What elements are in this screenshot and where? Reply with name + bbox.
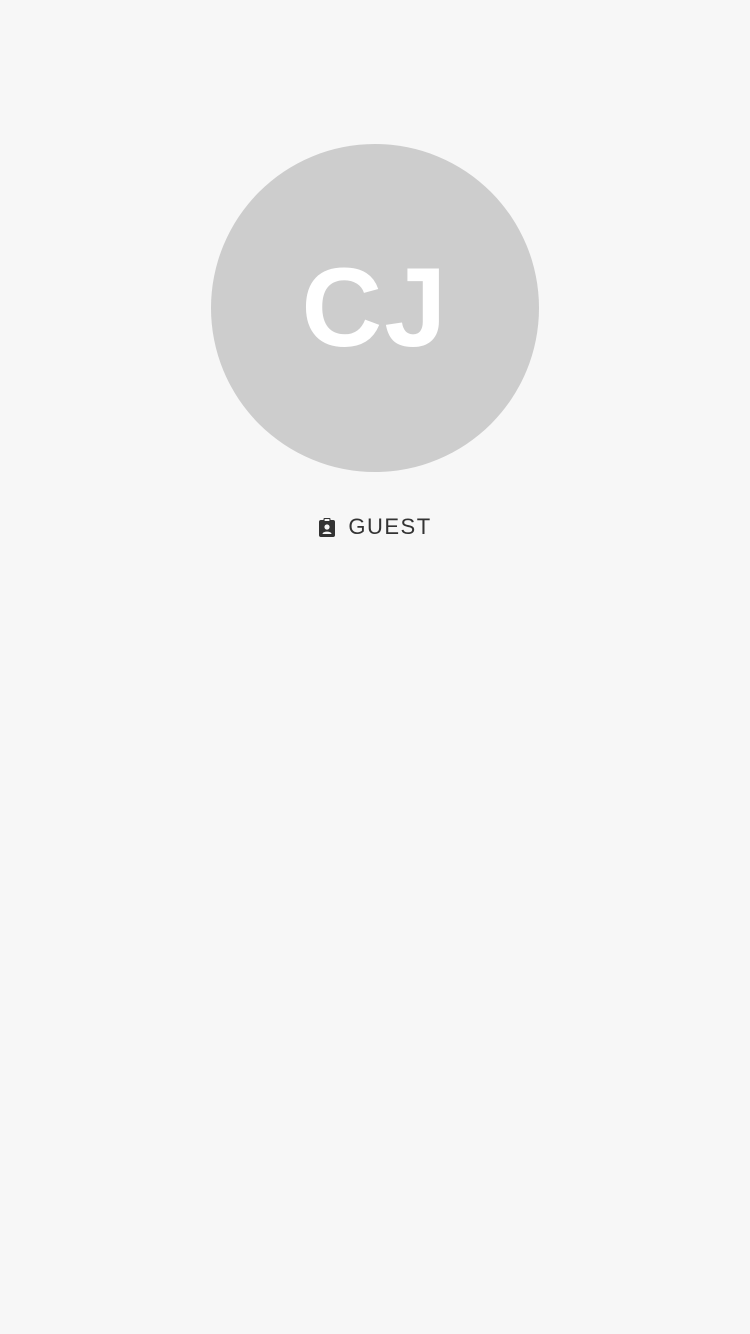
avatar[interactable]: CJ — [211, 144, 539, 472]
role-label: GUEST — [348, 514, 432, 539]
role-badge: GUEST — [0, 510, 750, 544]
avatar-initials: CJ — [301, 245, 449, 370]
profile-screen: CJ GUEST — [0, 0, 750, 1334]
badge-icon — [318, 517, 336, 537]
